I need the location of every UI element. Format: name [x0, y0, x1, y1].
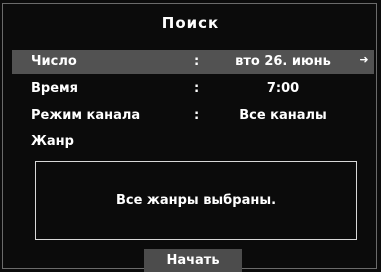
start-button[interactable]: Начать	[144, 249, 242, 272]
field-separator: :	[194, 54, 200, 69]
field-row-genre[interactable]: Жанр	[12, 130, 374, 154]
field-separator: :	[194, 81, 200, 96]
field-label-time: Время	[31, 81, 79, 96]
search-dialog: Поиск Число : вто 26. июнь ➜ Время : 7:0…	[0, 0, 381, 272]
field-value-channel-mode[interactable]: Все каналы	[214, 108, 352, 123]
field-row-channel-mode[interactable]: Режим канала : Все каналы	[12, 104, 374, 128]
field-row-time[interactable]: Время : 7:00	[12, 77, 374, 101]
dialog-title: Поиск	[161, 14, 220, 32]
field-value-date[interactable]: вто 26. июнь	[214, 54, 352, 69]
arrow-right-icon[interactable]: ➜	[358, 53, 370, 66]
field-value-time[interactable]: 7:00	[214, 81, 352, 96]
field-row-date[interactable]: Число : вто 26. июнь ➜	[12, 50, 374, 74]
field-label-date: Число	[31, 54, 77, 69]
field-separator: :	[194, 108, 200, 123]
genre-status-text: Все жанры выбраны.	[115, 193, 277, 208]
start-button-label: Начать	[166, 253, 220, 268]
field-label-channel-mode: Режим канала	[31, 108, 141, 123]
field-label-genre: Жанр	[31, 134, 74, 149]
genre-selection-box[interactable]: Все жанры выбраны.	[35, 161, 357, 240]
